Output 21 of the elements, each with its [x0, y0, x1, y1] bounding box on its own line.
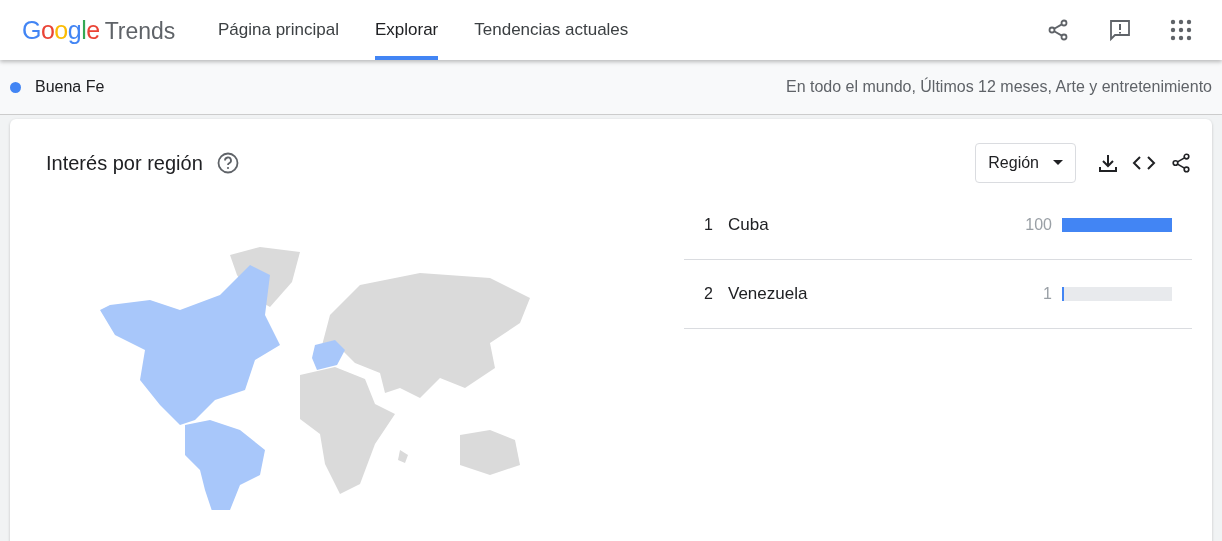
search-term: Buena Fe — [35, 78, 105, 96]
rank-number: 1 — [704, 216, 714, 234]
logo[interactable]: Google Trends — [22, 15, 218, 45]
help-icon[interactable] — [216, 152, 239, 174]
apps-grid-icon[interactable] — [1170, 19, 1192, 41]
region-dropdown[interactable]: Región — [975, 143, 1076, 183]
rank-number: 2 — [704, 285, 714, 303]
share-icon[interactable] — [1046, 18, 1070, 42]
embed-code-icon[interactable] — [1132, 155, 1156, 171]
nav-tab[interactable]: Tendencias actuales — [474, 0, 629, 60]
share-icon[interactable] — [1170, 152, 1192, 174]
feedback-icon[interactable] — [1108, 18, 1132, 42]
interest-value: 1 — [1043, 285, 1052, 303]
nav-tab[interactable]: Página principal — [218, 0, 339, 60]
filter-summary: En todo el mundo, Últimos 12 meses, Arte y entretenimiento — [786, 78, 1212, 96]
region-name[interactable]: Venezuela — [728, 284, 1044, 304]
region-name[interactable]: Cuba — [728, 215, 1026, 235]
caret-icon — [1053, 160, 1063, 166]
interest-value: 100 — [1025, 216, 1052, 234]
card-title: Interés por región — [46, 151, 203, 175]
download-icon[interactable] — [1098, 153, 1118, 173]
